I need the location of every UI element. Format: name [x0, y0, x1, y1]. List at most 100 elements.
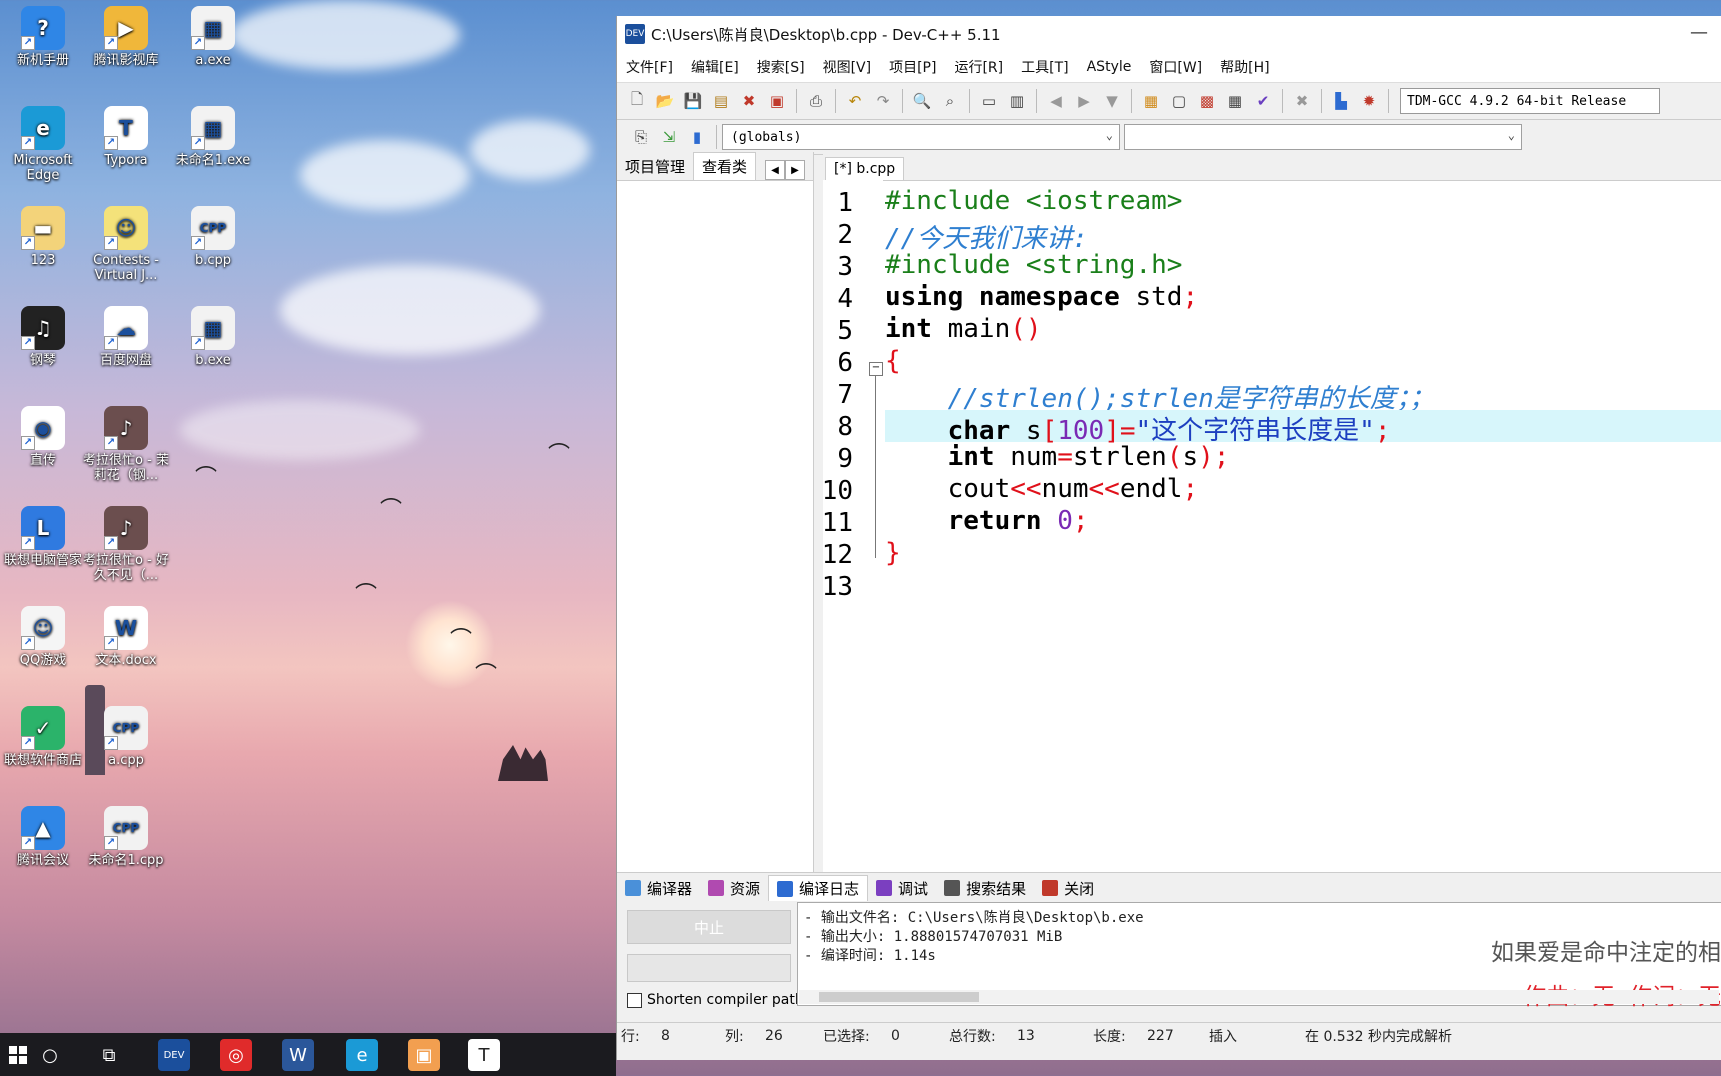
- new-file-icon[interactable]: 🗋: [626, 90, 648, 112]
- search-icon[interactable]: ○: [34, 1039, 66, 1071]
- tab-scroll-right-icon[interactable]: ▶: [785, 160, 805, 180]
- desktop-icon[interactable]: T ↗ Typora: [81, 106, 171, 168]
- find-icon[interactable]: 🔍: [911, 90, 933, 112]
- desktop-icon[interactable]: ? ↗ 新机手册: [0, 6, 88, 68]
- word-taskbar-icon[interactable]: W: [282, 1039, 314, 1071]
- menu-item[interactable]: 编辑[E]: [682, 57, 748, 77]
- replace-icon[interactable]: ⌕: [939, 90, 961, 112]
- bottom-tab[interactable]: 搜索结果: [936, 876, 1034, 901]
- stop-icon[interactable]: ✖: [1291, 90, 1313, 112]
- close-file-icon[interactable]: ✖: [738, 90, 760, 112]
- member-combo[interactable]: ⌄: [1124, 124, 1522, 150]
- menu-item[interactable]: 工具[T]: [1012, 57, 1077, 77]
- unindent-icon[interactable]: ▥: [1006, 90, 1028, 112]
- run-icon[interactable]: ▢: [1168, 90, 1190, 112]
- code-line[interactable]: }: [885, 538, 1721, 570]
- desktop-icon[interactable]: ▶ ↗ 腾讯影视库: [81, 6, 171, 68]
- back-icon[interactable]: ◀: [1045, 90, 1067, 112]
- desktop-icon[interactable]: W ↗ 文本.docx: [81, 606, 171, 668]
- tab-project[interactable]: 项目管理: [617, 153, 693, 180]
- bottom-tab[interactable]: 关闭: [1034, 876, 1102, 901]
- devcpp-taskbar-icon[interactable]: DEV: [158, 1039, 190, 1071]
- open-file-icon[interactable]: 📂: [654, 90, 676, 112]
- code-line[interactable]: #include <string.h>: [885, 250, 1721, 282]
- editor-tab-b-cpp[interactable]: [*] b.cpp: [825, 157, 905, 180]
- menu-item[interactable]: 文件[F]: [617, 57, 682, 77]
- desktop-icon[interactable]: CPP ↗ a.cpp: [81, 706, 171, 768]
- desktop-icon[interactable]: CPP ↗ 未命名1.cpp: [81, 806, 171, 868]
- code-line[interactable]: [885, 570, 1721, 602]
- bottom-tab[interactable]: 调试: [868, 876, 936, 901]
- profile-icon[interactable]: ▙: [1330, 90, 1352, 112]
- compile-run-icon[interactable]: ▩: [1196, 90, 1218, 112]
- desktop-icon[interactable]: ▲ ↗ 腾讯会议: [0, 806, 88, 868]
- menu-item[interactable]: 项目[P]: [880, 57, 945, 77]
- bottom-tab[interactable]: 编译日志: [768, 875, 869, 901]
- compile-icon[interactable]: ▦: [1140, 90, 1162, 112]
- desktop-icon[interactable]: ♫ ↗ 钢琴: [0, 306, 88, 368]
- compiler-select[interactable]: TDM-GCC 4.9.2 64-bit Release: [1400, 88, 1660, 114]
- scrollbar-thumb[interactable]: [819, 992, 979, 1002]
- syntax-check-icon[interactable]: ✔: [1252, 90, 1274, 112]
- desktop-icon[interactable]: ◉ ↗ 直传: [0, 406, 88, 468]
- menu-item[interactable]: AStyle: [1078, 59, 1141, 75]
- shorten-paths-checkbox[interactable]: [627, 992, 642, 1008]
- desktop-icon[interactable]: CPP ↗ b.cpp: [168, 206, 258, 268]
- forward-icon[interactable]: ▶: [1073, 90, 1095, 112]
- menu-item[interactable]: 视图[V]: [814, 57, 881, 77]
- task-view-icon[interactable]: ⧉: [93, 1039, 125, 1071]
- desktop-icon[interactable]: ☁ ↗ 百度网盘: [81, 306, 171, 368]
- fold-toggle-icon[interactable]: −: [869, 362, 883, 376]
- insert-icon[interactable]: ⎘: [630, 126, 652, 148]
- tab-scroll-left-icon[interactable]: ◀: [765, 160, 785, 180]
- code-line[interactable]: return 0;: [885, 506, 1721, 538]
- desktop-icon[interactable]: L ↗ 联想电脑管家: [0, 506, 88, 568]
- bottom-tab[interactable]: 资源: [700, 876, 768, 901]
- menu-item[interactable]: 运行[R]: [945, 57, 1012, 77]
- code-line[interactable]: //strlen();strlen是字符串的长度；；: [885, 378, 1721, 414]
- menu-item[interactable]: 帮助[H]: [1211, 57, 1278, 77]
- desktop-icon[interactable]: ♪ ↗ 考拉很忙o - 茉莉花（钢...: [81, 406, 171, 483]
- desktop-icon[interactable]: ▦ ↗ a.exe: [168, 6, 258, 68]
- desktop-icon[interactable]: ▬ ↗ 123: [0, 206, 88, 268]
- undo-icon[interactable]: ↶: [844, 90, 866, 112]
- redo-icon[interactable]: ↷: [872, 90, 894, 112]
- debug-toolbar-icon[interactable]: ✹: [1358, 90, 1380, 112]
- code-line[interactable]: //今天我们来讲:: [885, 218, 1721, 254]
- scope-combo[interactable]: (globals) ⌄: [722, 124, 1120, 150]
- photos-taskbar-icon[interactable]: ▣: [408, 1039, 440, 1071]
- desktop-icon[interactable]: ♪ ↗ 考拉很忙o - 好久不见（...: [81, 506, 171, 583]
- menu-item[interactable]: 搜索[S]: [748, 57, 814, 77]
- shorten-paths-row[interactable]: Shorten compiler paths: [627, 992, 811, 1008]
- desktop-icon[interactable]: ✓ ↗ 联想软件商店: [0, 706, 88, 768]
- desktop-icon[interactable]: ☺ ↗ Contests - Virtual J...: [81, 206, 171, 283]
- code-line[interactable]: using namespace std;: [885, 282, 1721, 314]
- desktop-icon[interactable]: e ↗ Microsoft Edge: [0, 106, 88, 183]
- netease-music-icon[interactable]: ◎: [220, 1039, 252, 1071]
- save-icon[interactable]: 💾: [682, 90, 704, 112]
- save-all-icon[interactable]: ▤: [710, 90, 732, 112]
- bookmark-icon[interactable]: ▼: [1101, 90, 1123, 112]
- start-button[interactable]: [2, 1039, 34, 1071]
- close-all-icon[interactable]: ▣: [766, 90, 788, 112]
- desktop-icon[interactable]: ▦ ↗ b.exe: [168, 306, 258, 368]
- tab-class-browser[interactable]: 查看类: [693, 152, 757, 180]
- code-editor[interactable]: #include <iostream>//今天我们来讲: #include <st…: [885, 180, 1721, 872]
- toggle-bookmark-icon[interactable]: ⇲: [658, 126, 680, 148]
- rebuild-icon[interactable]: ▦: [1224, 90, 1246, 112]
- indent-icon[interactable]: ▭: [978, 90, 1000, 112]
- desktop-icon[interactable]: ☺ ↗ QQ游戏: [0, 606, 88, 668]
- code-line[interactable]: int main(): [885, 314, 1721, 346]
- code-line[interactable]: int num=strlen(s);: [885, 442, 1721, 474]
- desktop-icon[interactable]: ▦ ↗ 未命名1.exe: [168, 106, 258, 168]
- typora-taskbar-icon[interactable]: T: [468, 1039, 500, 1071]
- code-line[interactable]: #include <iostream>: [885, 186, 1721, 218]
- print-icon[interactable]: ⎙: [805, 90, 827, 112]
- stop-button[interactable]: 中止: [627, 910, 791, 944]
- bottom-tab[interactable]: 编译器: [617, 876, 700, 901]
- code-line[interactable]: cout<<num<<endl;: [885, 474, 1721, 506]
- menu-item[interactable]: 窗口[W]: [1140, 57, 1211, 77]
- minimize-button[interactable]: —: [1690, 22, 1708, 43]
- goto-bookmark-icon[interactable]: ▮: [686, 126, 708, 148]
- log-horizontal-scrollbar[interactable]: [799, 990, 1719, 1004]
